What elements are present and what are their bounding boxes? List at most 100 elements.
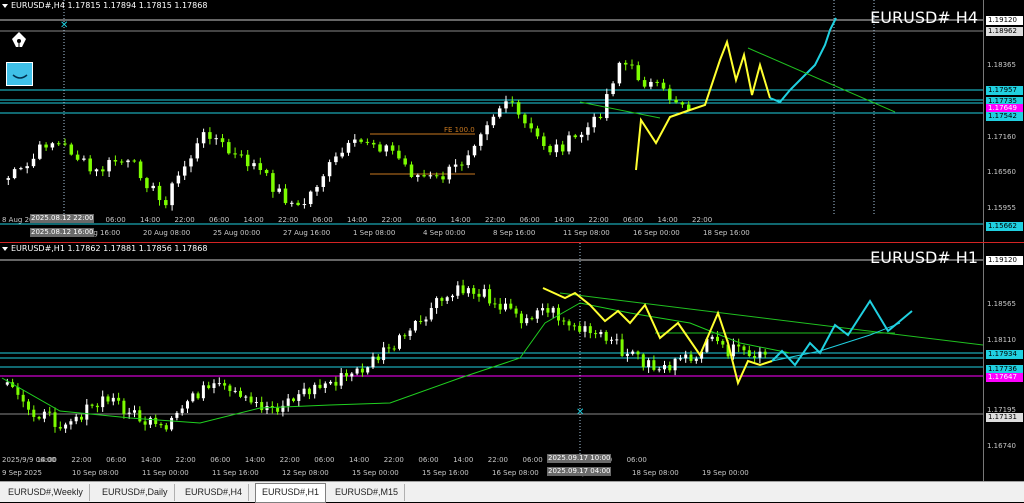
candle-body xyxy=(318,384,322,388)
candle-body xyxy=(440,298,444,301)
candle-body xyxy=(138,410,142,422)
candle-body xyxy=(649,81,653,87)
candle-body xyxy=(376,356,380,361)
candle-body xyxy=(403,335,407,337)
candle-body xyxy=(170,183,174,206)
time-label: 06:00 xyxy=(314,456,335,464)
candle-body xyxy=(151,185,155,189)
trend-line xyxy=(747,47,896,113)
candle-body xyxy=(113,160,118,162)
moving-average-line xyxy=(1,302,791,424)
candle-body xyxy=(69,144,74,155)
candle-body xyxy=(371,356,375,368)
candle-body xyxy=(599,331,603,335)
time-label: 22:00 xyxy=(174,216,195,224)
tab-eurusd-h4[interactable]: EURUSD#,H4 xyxy=(179,484,250,501)
candle-body xyxy=(493,303,497,305)
candle-body xyxy=(366,367,370,373)
candle-body xyxy=(652,360,656,370)
time-label: 06:00 xyxy=(626,456,647,464)
candle-body xyxy=(408,330,412,337)
tab-eurusd-m15[interactable]: EURUSD#,M15 xyxy=(329,484,406,501)
candle-body xyxy=(42,411,46,419)
candle-body xyxy=(19,168,23,170)
candle-body xyxy=(122,400,126,414)
candle-body xyxy=(678,358,682,360)
candle-body xyxy=(233,153,237,155)
h4-chart-panel[interactable]: ✕ EURUSD#,H4 1.17815 1.17894 1.17815 1.1… xyxy=(0,0,1024,242)
candle-body xyxy=(554,144,559,153)
candle-body xyxy=(302,388,306,395)
h4-chart-canvas[interactable]: ✕ xyxy=(0,0,983,242)
candle-body xyxy=(657,369,661,371)
h1-chart-panel[interactable]: ✕ EURUSD#,H1 1.17862 1.17881 1.17856 1.1… xyxy=(0,243,1024,481)
tab-eurusd-h1[interactable]: EURUSD#,H1 xyxy=(255,483,327,503)
price-box: 1.19120 xyxy=(986,16,1023,25)
candle-body xyxy=(625,353,629,356)
candle-body xyxy=(579,134,584,138)
candle-body xyxy=(623,62,628,65)
candle-body xyxy=(384,145,389,152)
candle-body xyxy=(742,346,746,351)
candle-body xyxy=(424,319,428,322)
candle-body xyxy=(249,396,253,403)
collapse-triangle-icon[interactable] xyxy=(2,246,8,251)
candle-body xyxy=(258,163,263,171)
candle-body xyxy=(592,116,596,128)
candle-body xyxy=(477,293,481,297)
candle-body xyxy=(220,138,225,143)
candle-body xyxy=(631,351,635,354)
price-box: 1.18962 xyxy=(986,27,1023,36)
candle-body xyxy=(350,373,354,377)
time-label: 14:00 xyxy=(349,456,370,464)
candle-body xyxy=(586,127,590,135)
time-label: 14:00 xyxy=(140,216,161,224)
candle-body xyxy=(296,202,300,206)
candle-body xyxy=(233,390,237,392)
time-label: 22:00 xyxy=(383,456,404,464)
candle-body xyxy=(630,64,634,66)
time-label: 06:00 xyxy=(519,216,540,224)
time-label: 16 Sep 08:00 xyxy=(492,469,539,477)
candle-body xyxy=(38,144,42,159)
smile-icon[interactable] xyxy=(6,62,33,86)
candle-body xyxy=(460,164,464,166)
tab-eurusd-weekly[interactable]: EURUSD#,Weekly xyxy=(2,484,90,501)
candle-body xyxy=(516,102,521,115)
time-label: 14:00 xyxy=(347,216,368,224)
candle-body xyxy=(283,188,288,204)
price-box: 1.17647 xyxy=(986,373,1023,382)
price-label: 1.18365 xyxy=(987,61,1016,69)
time-label: 06:00 xyxy=(416,216,437,224)
candle-body xyxy=(737,344,741,347)
pen-tool-icon[interactable] xyxy=(8,30,30,52)
collapse-triangle-icon[interactable] xyxy=(2,3,8,8)
time-label: 14:00 xyxy=(453,456,474,464)
time-label: 22:00 xyxy=(588,216,609,224)
candle-body xyxy=(133,410,136,413)
candle-body xyxy=(560,144,565,152)
h4-price-axis[interactable]: 1.19120 1.18962 1.18365 1.17957 1.17735 … xyxy=(983,0,1024,242)
candle-body xyxy=(111,397,115,402)
candle-body xyxy=(413,321,417,331)
time-label: 18 Sep 08:00 xyxy=(632,469,679,477)
candle-body xyxy=(292,398,295,401)
candle-body xyxy=(85,404,89,420)
candle-body xyxy=(551,307,555,313)
candle-body xyxy=(509,303,513,309)
h1-chart-canvas[interactable]: ✕ xyxy=(0,243,983,481)
time-label: 18 Sep 16:00 xyxy=(703,229,750,237)
candle-body xyxy=(615,339,619,341)
candle-body xyxy=(611,83,615,95)
candle-body xyxy=(313,384,317,395)
candle-body xyxy=(461,285,465,294)
candle-body xyxy=(126,160,130,163)
candle-body xyxy=(244,396,248,398)
tab-eurusd-daily[interactable]: EURUSD#,Daily xyxy=(96,484,175,501)
price-box: 1.17131 xyxy=(986,413,1023,422)
h1-price-axis[interactable]: 1.19120 1.18565 1.18110 1.17934 1.17736 … xyxy=(983,243,1024,481)
candle-body xyxy=(227,142,231,154)
candle-body xyxy=(387,347,391,349)
crosshair-time-label: 2025.08.12 16:00 xyxy=(30,228,95,237)
candle-body xyxy=(360,368,364,373)
